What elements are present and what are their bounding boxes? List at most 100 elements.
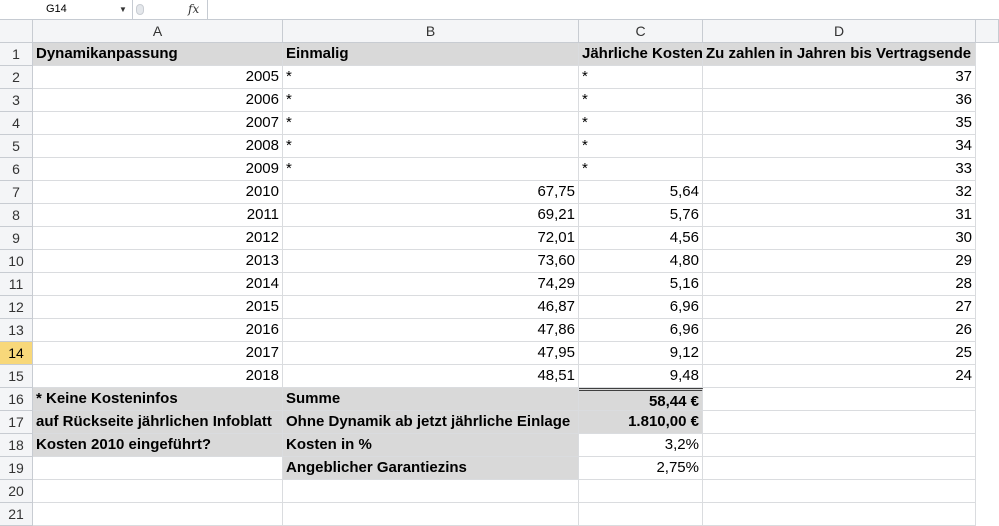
summary-value-cell[interactable]: 3,2% [579,434,703,457]
row-header[interactable]: 10 [0,250,33,273]
header-dynamikanpassung[interactable]: Dynamikanpassung [33,43,283,66]
row-header[interactable]: 15 [0,365,33,388]
einmalig-cell[interactable]: * [283,158,579,181]
jahre-cell[interactable]: 27 [703,296,976,319]
jaehrliche-kosten-cell[interactable]: * [579,89,703,112]
note-cell[interactable] [33,457,283,480]
jaehrliche-kosten-cell[interactable]: 6,96 [579,296,703,319]
row-header[interactable]: 14 [0,342,33,365]
row-header[interactable]: 11 [0,273,33,296]
empty-cell[interactable] [579,503,703,526]
summary-value-cell[interactable]: 2,75% [579,457,703,480]
jahre-cell[interactable]: 30 [703,227,976,250]
row-header[interactable]: 8 [0,204,33,227]
einmalig-cell[interactable]: 74,29 [283,273,579,296]
row-header[interactable]: 2 [0,66,33,89]
year-cell[interactable]: 2007 [33,112,283,135]
year-cell[interactable]: 2011 [33,204,283,227]
row-header[interactable]: 21 [0,503,33,526]
year-cell[interactable]: 2005 [33,66,283,89]
summary-value-cell[interactable]: 1.810,00 € [579,411,703,434]
einmalig-cell[interactable]: 72,01 [283,227,579,250]
jaehrliche-kosten-cell[interactable]: 6,96 [579,319,703,342]
year-cell[interactable]: 2012 [33,227,283,250]
einmalig-cell[interactable]: * [283,89,579,112]
note-cell[interactable]: * Keine Kosteninfos [33,388,283,411]
row-header[interactable]: 1 [0,43,33,66]
einmalig-cell[interactable]: 47,95 [283,342,579,365]
jahre-cell[interactable]: 35 [703,112,976,135]
note-cell[interactable]: Kosten 2010 eingeführt? [33,434,283,457]
row-header[interactable]: 16 [0,388,33,411]
empty-cell[interactable] [33,503,283,526]
summary-label-cell[interactable]: Summe [283,388,579,411]
column-header[interactable]: B [283,20,579,43]
jahre-cell[interactable]: 33 [703,158,976,181]
formula-input[interactable] [207,0,999,19]
empty-cell[interactable] [283,480,579,503]
empty-cell[interactable] [579,480,703,503]
select-all-corner[interactable] [0,20,33,43]
row-header[interactable]: 19 [0,457,33,480]
name-box[interactable]: G14 [0,0,133,19]
empty-cell[interactable] [703,457,976,480]
empty-cell[interactable] [33,480,283,503]
jaehrliche-kosten-cell[interactable]: * [579,112,703,135]
jaehrliche-kosten-cell[interactable]: 9,12 [579,342,703,365]
header-zu-zahlen[interactable]: Zu zahlen in Jahren bis Vertragsende [703,43,976,66]
einmalig-cell[interactable]: 47,86 [283,319,579,342]
row-header[interactable]: 18 [0,434,33,457]
row-header[interactable]: 3 [0,89,33,112]
year-cell[interactable]: 2018 [33,365,283,388]
jahre-cell[interactable]: 24 [703,365,976,388]
year-cell[interactable]: 2015 [33,296,283,319]
column-header[interactable]: A [33,20,283,43]
empty-cell[interactable] [703,503,976,526]
jahre-cell[interactable]: 25 [703,342,976,365]
einmalig-cell[interactable]: 73,60 [283,250,579,273]
year-cell[interactable]: 2017 [33,342,283,365]
header-jaehrliche-kosten[interactable]: Jährliche Kosten [579,43,703,66]
header-einmalig[interactable]: Einmalig [283,43,579,66]
empty-cell[interactable] [703,434,976,457]
empty-cell[interactable] [703,411,976,434]
year-cell[interactable]: 2006 [33,89,283,112]
summary-label-cell[interactable]: Angeblicher Garantiezins [283,457,579,480]
row-header[interactable]: 6 [0,158,33,181]
jahre-cell[interactable]: 34 [703,135,976,158]
jaehrliche-kosten-cell[interactable]: 5,76 [579,204,703,227]
einmalig-cell[interactable]: * [283,66,579,89]
jaehrliche-kosten-cell[interactable]: * [579,158,703,181]
column-header[interactable]: D [703,20,976,43]
empty-cell[interactable] [283,503,579,526]
year-cell[interactable]: 2014 [33,273,283,296]
empty-cell[interactable] [703,388,976,411]
year-cell[interactable]: 2008 [33,135,283,158]
row-header[interactable]: 13 [0,319,33,342]
jahre-cell[interactable]: 29 [703,250,976,273]
jahre-cell[interactable]: 31 [703,204,976,227]
jaehrliche-kosten-cell[interactable]: * [579,66,703,89]
jaehrliche-kosten-cell[interactable]: 5,16 [579,273,703,296]
einmalig-cell[interactable]: 69,21 [283,204,579,227]
jahre-cell[interactable]: 36 [703,89,976,112]
jahre-cell[interactable]: 32 [703,181,976,204]
formula-bar-resize-handle[interactable] [136,4,144,15]
row-header[interactable]: 7 [0,181,33,204]
summary-label-cell[interactable]: Kosten in % [283,434,579,457]
column-header[interactable]: C [579,20,703,43]
einmalig-cell[interactable]: 46,87 [283,296,579,319]
insert-function-icon[interactable]: fx [188,0,199,19]
jahre-cell[interactable]: 37 [703,66,976,89]
row-header[interactable]: 17 [0,411,33,434]
row-header[interactable]: 9 [0,227,33,250]
year-cell[interactable]: 2016 [33,319,283,342]
jahre-cell[interactable]: 28 [703,273,976,296]
row-header[interactable]: 4 [0,112,33,135]
empty-cell[interactable] [703,480,976,503]
einmalig-cell[interactable]: 67,75 [283,181,579,204]
note-cell[interactable]: auf Rückseite jährlichen Infoblatt [33,411,283,434]
jahre-cell[interactable]: 26 [703,319,976,342]
row-header[interactable]: 5 [0,135,33,158]
jaehrliche-kosten-cell[interactable]: 4,80 [579,250,703,273]
